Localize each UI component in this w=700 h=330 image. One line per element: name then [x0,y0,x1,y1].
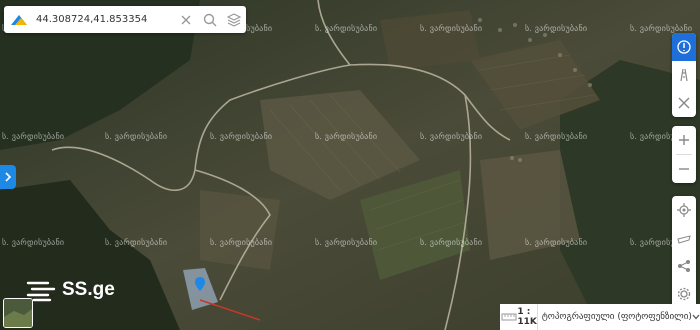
layer-select[interactable]: ტოპოგრაფიული (ფოტოფენზილი) [536,304,692,330]
watermark-label: ს. ვარდისუბანი [2,132,65,141]
ruler-icon[interactable] [500,312,517,322]
road-icon [680,68,688,82]
locate-icon [677,203,691,217]
zoom-toolbar [672,126,696,183]
search-input[interactable]: 44.308724,41.853354 [34,14,174,25]
info-button[interactable] [672,33,696,61]
watermark-label: ს. ვარდისუბანი [630,24,693,33]
brand-name: SS.ge [62,279,115,300]
watermark-label: ს. ვარდისუბანი [420,238,483,247]
scale-bar: 1 : 11K ტოპოგრაფიული (ფოტოფენზილი) [500,304,700,330]
search-box: 44.308724,41.853354 [4,6,246,33]
settings-icon [677,287,691,301]
watermark-label: ს. ვარდისუბანი [315,238,378,247]
watermark-label: ს. ვარდისუბანი [315,132,378,141]
measure-icon [677,235,691,244]
zoom-out-icon [679,168,689,170]
share-icon [678,260,690,272]
watermark-label: ს. ვარდისუბანი [105,238,168,247]
locate-button[interactable] [672,196,696,224]
brand-logo: SS.ge [26,278,115,302]
chevron-down-icon[interactable] [692,314,700,320]
watermark-label: ს. ვარდისუბანი [2,238,65,247]
zoom-in-icon [679,135,689,145]
watermark-label: ს. ვარდისუბანი [525,238,588,247]
expand-panel-button[interactable] [0,165,16,189]
measure-button[interactable] [672,224,696,252]
map-tools-toolbar [672,33,696,117]
watermark-label: ს. ვარდისუბანი [105,132,168,141]
logo-icon[interactable] [4,6,34,33]
watermark-label: ს. ვარდისუბანი [210,132,273,141]
watermark-label: ს. ვარდისუბანი [210,238,273,247]
watermark-label: ს. ვარდისუბანი [525,24,588,33]
tools-icon [678,97,690,109]
layers-icon[interactable] [222,6,246,33]
share-button[interactable] [672,252,696,280]
scale-label: 1 : 11K [517,307,537,327]
watermark-label: ს. ვარდისუბანი [420,24,483,33]
watermark-label: ს. ვარდისუბანი [525,132,588,141]
chevron-right-icon [5,172,12,182]
location-toolbar [672,196,696,308]
zoom-out-button[interactable] [672,155,696,183]
watermark-label: ს. ვარდისუბანი [420,132,483,141]
zoom-in-button[interactable] [672,126,696,154]
info-icon [677,40,691,54]
search-icon[interactable] [198,6,222,33]
watermark-label: ს. ვარდისუბანი [315,24,378,33]
basemap-thumbnail[interactable] [3,298,33,328]
close-icon[interactable] [174,6,198,33]
tools-button[interactable] [672,89,696,117]
road-button[interactable] [672,61,696,89]
